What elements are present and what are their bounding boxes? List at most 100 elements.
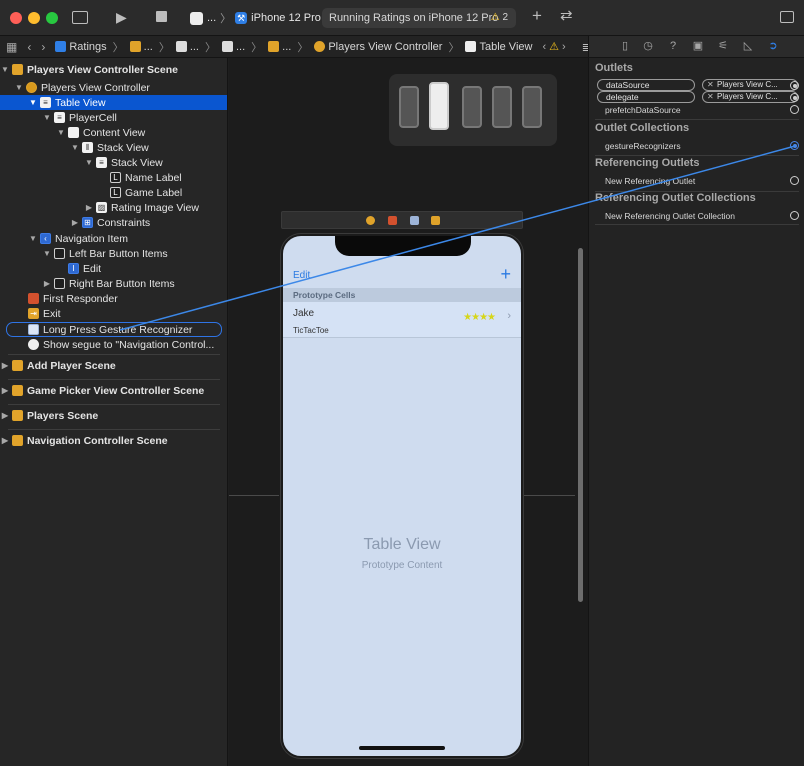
disclosure-down-icon[interactable]: ▼ [28,98,38,107]
jump-item[interactable]: Table View [465,41,532,53]
device-thumbnail[interactable] [492,86,512,128]
connection-dot-icon[interactable] [790,81,799,90]
referencing-collections-header: Referencing Outlet Collections [595,192,756,204]
run-icon[interactable]: ▶ [116,10,127,24]
device-thumbnail[interactable] [399,86,419,128]
prototype-cell[interactable]: Jake TicTacToe ★★★★ › [283,302,521,338]
outline-stack-view-2[interactable]: ▼ ≡ Stack View [0,155,227,170]
stop-icon[interactable] [156,11,167,22]
scheme-selector[interactable]: ... 〉 ⚒ iPhone 12 Pro [190,10,321,26]
warning-icon[interactable]: ⚠ [549,40,559,53]
disclosure-down-icon[interactable]: ▼ [56,128,66,137]
remove-icon[interactable]: ✕ [707,92,714,102]
jump-group-1[interactable]: ... [129,41,153,53]
outline-left-bar-items[interactable]: ▼ Left Bar Button Items [0,246,227,261]
device-thumbnail-selected[interactable] [429,82,449,130]
add-icon[interactable]: + [500,264,511,285]
code-review-icon[interactable]: ⇄ [560,8,573,23]
issue-back-icon[interactable]: ‹ [542,41,546,53]
outline-scene-players[interactable]: ▼ Players View Controller Scene [0,62,227,77]
remove-icon[interactable]: ✕ [707,80,714,90]
forward-icon[interactable]: › [41,40,45,54]
disclosure-right-icon[interactable]: ▶ [0,436,10,445]
device-preview-bar [389,74,557,146]
outlet-datasource[interactable]: dataSource [597,79,695,91]
outline-content-view[interactable]: ▼ Content View [0,125,227,140]
outline-scene-game-picker[interactable]: ▶ Game Picker View Controller Scene [0,383,227,398]
disclosure-down-icon[interactable]: ▼ [42,249,52,258]
outline-game-label[interactable]: L Game Label [0,185,227,200]
device-thumbnail[interactable] [462,86,482,128]
outline-first-responder-label: First Responder [43,292,118,305]
outlet-datasource-target[interactable]: ✕ Players View C... [702,79,798,91]
outline-first-responder[interactable]: First Responder [0,291,227,306]
zoom-window-button[interactable] [46,12,58,24]
jump-group-3[interactable]: ... [221,41,245,53]
disclosure-down-icon[interactable]: ▼ [70,143,80,152]
outline-scene-players-alt[interactable]: ▶ Players Scene [0,408,227,423]
disclosure-down-icon[interactable]: ▼ [0,65,10,74]
jump-group-2[interactable]: ... [175,41,199,53]
disclosure-right-icon[interactable]: ▶ [42,279,52,288]
attributes-inspector-icon[interactable]: ⚟ [717,40,729,52]
outline-edit-item[interactable]: I Edit [0,261,227,276]
close-window-button[interactable] [10,12,22,24]
help-icon[interactable]: ? [667,40,679,52]
device-thumbnail[interactable] [522,86,542,128]
jump-controller[interactable]: Players View Controller [314,41,442,53]
connection-dot-icon[interactable] [790,105,799,114]
disclosure-down-icon[interactable]: ▼ [42,113,52,122]
disclosure-right-icon[interactable]: ▶ [0,411,10,420]
outline-table-view[interactable]: ▼ ≡ Table View [0,95,227,110]
back-icon[interactable]: ‹ [27,40,31,54]
exit-icon[interactable] [431,216,440,225]
outline-scene-navigation-controller[interactable]: ▶ Navigation Controller Scene [0,433,227,448]
outlet-delegate-target[interactable]: ✕ Players View C... [702,91,798,103]
outline-long-press-gesture[interactable]: Long Press Gesture Recognizer [0,322,227,337]
disclosure-down-icon[interactable]: ▼ [28,234,38,243]
view-controller-icon[interactable] [366,216,375,225]
outline-right-bar-items[interactable]: ▶ Right Bar Button Items [0,276,227,291]
disclosure-right-icon[interactable]: ▶ [0,386,10,395]
canvas-scrollbar[interactable] [578,248,583,602]
outline-player-cell[interactable]: ▼ ≡ PlayerCell [0,110,227,125]
identity-inspector-icon[interactable]: ▣ [692,40,704,52]
outline-constraints[interactable]: ▶ ⊞ Constraints [0,215,227,230]
outline-segue[interactable]: Show segue to "Navigation Control... [0,337,227,352]
connection-dot-icon[interactable] [790,176,799,185]
disclosure-right-icon[interactable]: ▶ [0,361,10,370]
issue-forward-icon[interactable]: › [562,41,566,53]
first-responder-icon[interactable] [388,216,397,225]
add-library-icon[interactable]: + [532,7,542,24]
navigator-toggle-icon[interactable] [72,11,88,24]
disclosure-down-icon[interactable]: ▼ [84,158,94,167]
warning-badge[interactable]: ⚠ 2 [491,8,508,28]
connection-dot-icon[interactable] [790,93,799,102]
inspector-toggle-icon[interactable] [780,11,794,23]
outline-navigation-item[interactable]: ▼ ‹ Navigation Item [0,231,227,246]
storyboard-canvas[interactable]: Edit + Prototype Cells Jake TicTacToe ★★… [229,58,588,766]
connections-inspector-icon[interactable]: ➲ [767,40,779,52]
edit-button[interactable]: Edit [293,270,310,281]
outlet-delegate[interactable]: delegate [597,91,695,103]
outline-name-label[interactable]: L Name Label [0,170,227,185]
outline-exit[interactable]: ⇥ Exit [0,306,227,321]
disclosure-right-icon[interactable]: ▶ [70,218,80,227]
jump-project[interactable]: Ratings [55,41,107,53]
size-inspector-icon[interactable]: ◺ [742,40,754,52]
outline-rating-image-view[interactable]: ▶ ▨ Rating Image View [0,200,227,215]
scene-dock[interactable] [281,211,523,229]
disclosure-right-icon[interactable]: ▶ [84,203,94,212]
jump-scene[interactable]: ... [268,41,291,53]
connection-dot-icon[interactable] [790,211,799,220]
outline-scene-add-player[interactable]: ▶ Add Player Scene [0,358,227,373]
gesture-recognizer-icon[interactable] [410,216,419,225]
connection-dot-icon[interactable] [790,141,799,150]
history-icon[interactable]: ◷ [642,40,654,52]
minimize-window-button[interactable] [28,12,40,24]
outline-players-view-controller[interactable]: ▼ Players View Controller [0,80,227,95]
disclosure-down-icon[interactable]: ▼ [14,83,24,92]
grid-icon[interactable]: ▦ [6,40,17,54]
file-inspector-icon[interactable]: ▯ [619,40,631,52]
outline-stack-view-1[interactable]: ▼ ⦀ Stack View [0,140,227,155]
